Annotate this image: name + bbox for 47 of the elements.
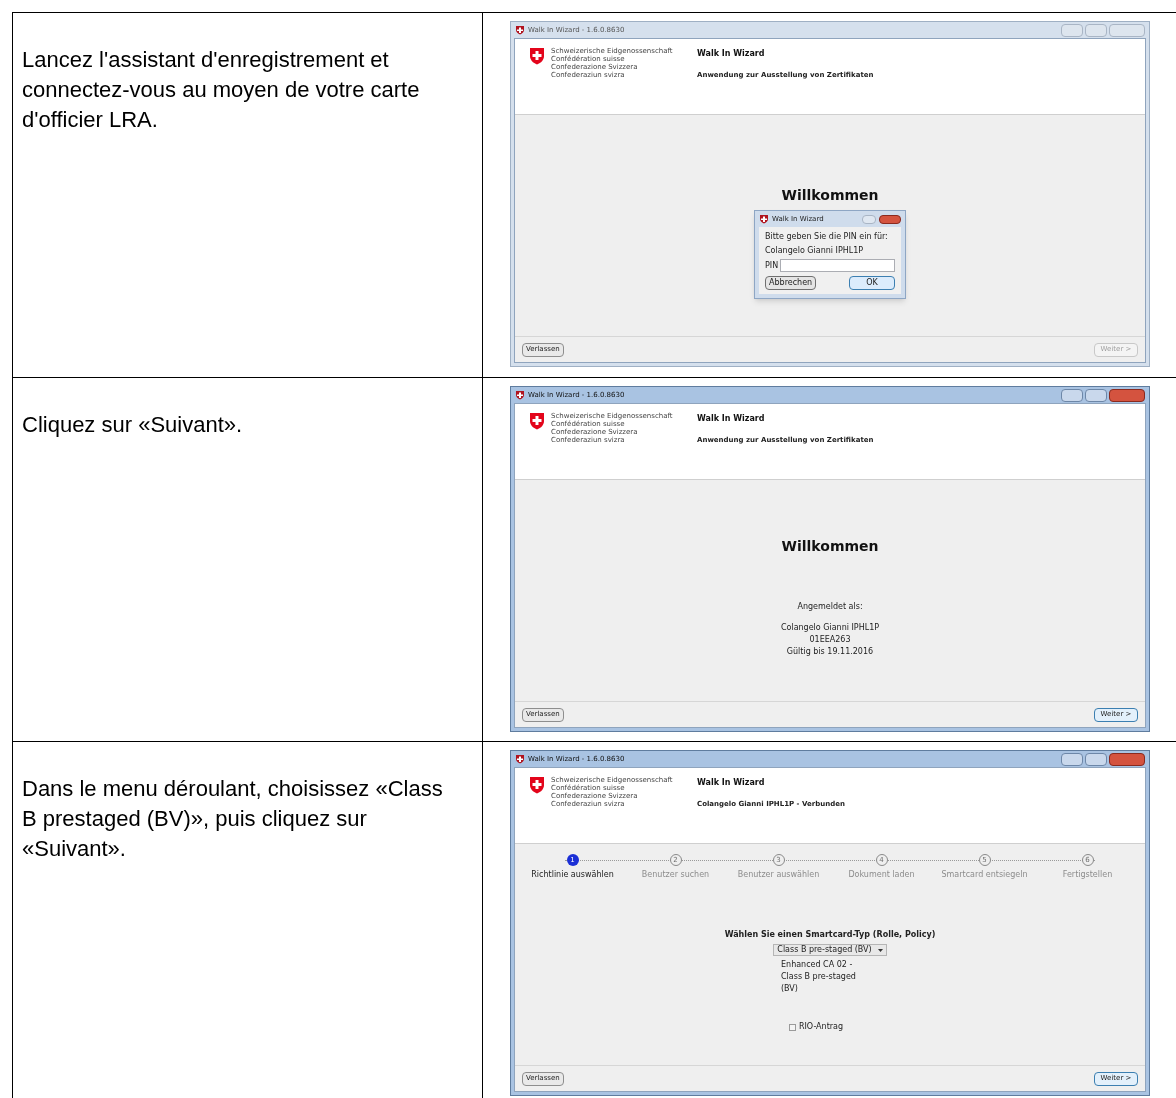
pin-prompt: Bitte geben Sie die PIN ein für: <box>765 231 889 243</box>
app-title: Walk In Wizard <box>697 413 766 425</box>
step-label: Dokument laden <box>848 869 915 881</box>
swiss-shield-icon <box>529 47 545 65</box>
ok-button[interactable]: OK <box>849 276 895 290</box>
step-label: Richtlinie auswählen <box>531 869 614 881</box>
close-button[interactable] <box>1109 388 1145 402</box>
swiss-shield-icon <box>529 776 545 794</box>
step-label: Benutzer suchen <box>641 869 710 881</box>
welcome-heading: Willkommen <box>781 186 879 205</box>
instruction-text: Lancez l'assistant d'enregistrement et connectez-vous au moyen de votre carte d'officier LRA. <box>22 46 421 134</box>
logged-in-label: Angemeldet als: <box>797 601 863 613</box>
minimize-button[interactable] <box>1061 23 1083 37</box>
user-info-line: 01EEA263 <box>809 634 851 646</box>
cancel-button[interactable]: Abbrechen <box>765 276 817 290</box>
help-button[interactable] <box>862 214 876 224</box>
step-label: Smartcard entsiegeln <box>941 869 1028 881</box>
card-holder-name: Colangelo Gianni IPHL1P <box>765 245 865 257</box>
rio-checkbox[interactable] <box>788 1023 796 1031</box>
maximize-button[interactable] <box>1085 752 1107 766</box>
user-info-line: Gültig bis 19.11.2016 <box>786 646 874 658</box>
step-label: Fertigstellen <box>1062 869 1113 881</box>
user-info-line: Colangelo Gianni IPHL1P <box>780 622 880 634</box>
dropdown-arrow-icon <box>877 948 883 952</box>
smartcard-type-prompt: Wählen Sie einen Smartcard-Typ (Rolle, Policy) <box>724 929 936 941</box>
policy-description: Enhanced CA 02 - Class B pre-staged (BV) <box>781 959 857 995</box>
app-icon <box>515 754 525 764</box>
minimize-button[interactable] <box>1061 388 1083 402</box>
close-button[interactable] <box>1109 752 1145 766</box>
pin-field[interactable] <box>780 259 895 272</box>
minimize-button[interactable] <box>1061 752 1083 766</box>
app-title: Walk In Wizard <box>697 777 766 789</box>
app-title: Walk In Wizard <box>697 48 766 60</box>
app-icon <box>759 214 769 224</box>
app-icon <box>515 25 525 35</box>
pin-label: PIN <box>765 259 779 272</box>
checkbox-label: RIO-Antrag <box>798 1021 844 1033</box>
app-icon <box>515 390 525 400</box>
instruction-text: Cliquez sur «Suivant». <box>22 411 244 439</box>
maximize-button[interactable] <box>1085 23 1107 37</box>
close-button[interactable] <box>879 214 901 224</box>
smartcard-type-dropdown[interactable]: Class B pre-staged (BV) <box>773 944 887 956</box>
swiss-shield-icon <box>529 412 545 430</box>
step-label: Benutzer auswählen <box>737 869 820 881</box>
instruction-text: Dans le menu déroulant, choisissez «Class B prestaged (BV)», puis cliquez sur «Suivant». <box>22 775 444 863</box>
maximize-button[interactable] <box>1085 388 1107 402</box>
welcome-heading: Willkommen <box>781 537 879 556</box>
